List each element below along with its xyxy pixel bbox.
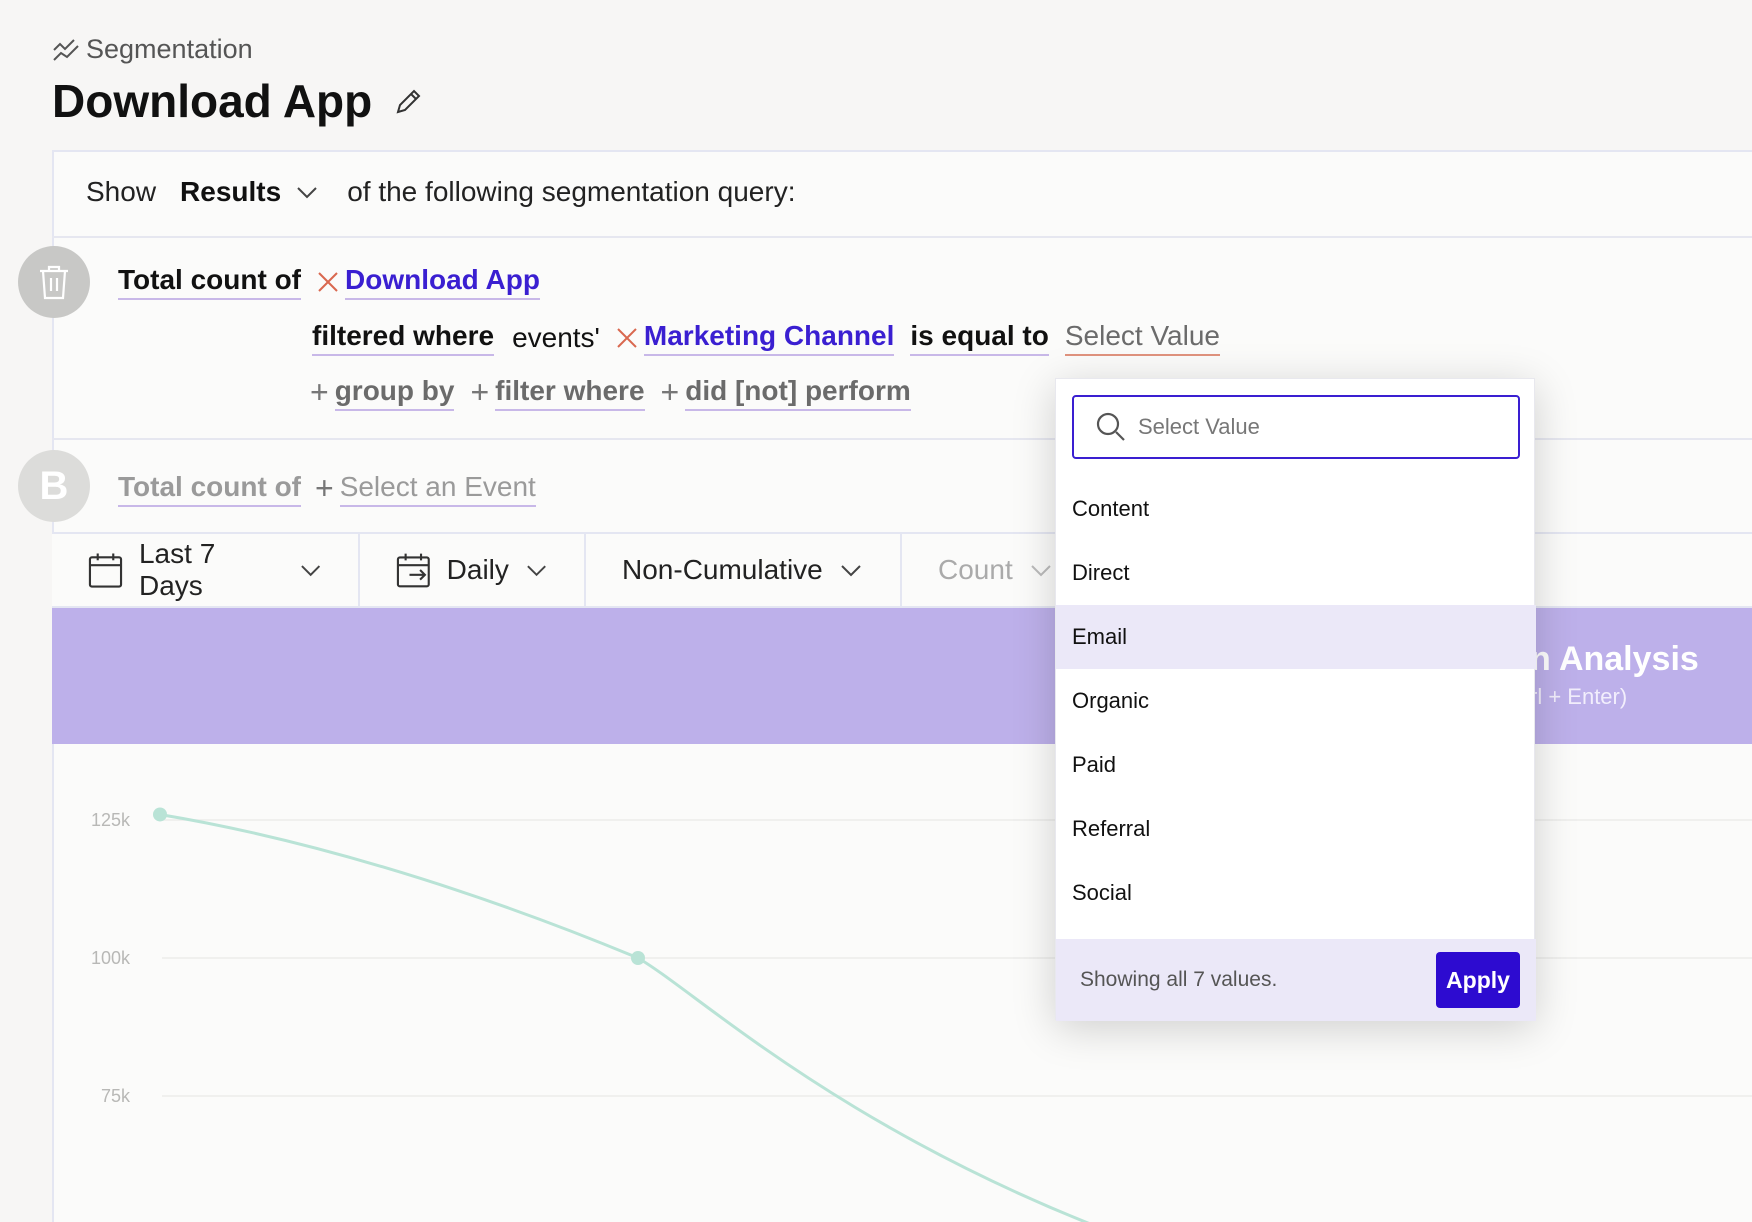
option-content[interactable]: Content: [1056, 477, 1536, 541]
dropdown-footer: Showing all 7 values. Apply: [1056, 939, 1536, 1021]
chevron-down-icon: [1031, 565, 1051, 577]
show-row: Show Results of the following segmentati…: [86, 176, 795, 208]
chevron-down-icon: [527, 565, 546, 577]
option-direct[interactable]: Direct: [1056, 541, 1536, 605]
show-suffix: of the following segmentation query:: [347, 176, 796, 207]
plus-icon: +: [470, 374, 490, 410]
remove-event-icon[interactable]: [317, 271, 339, 293]
plus-icon: +: [315, 470, 334, 506]
did-not-perform-button[interactable]: did [not] perform: [685, 375, 911, 411]
property-link[interactable]: Marketing Channel: [643, 320, 895, 356]
option-paid[interactable]: Paid: [1056, 733, 1536, 797]
results-select[interactable]: Results: [180, 176, 281, 208]
option-organic[interactable]: Organic: [1056, 669, 1536, 733]
calendar-icon: [88, 553, 123, 588]
page-title-text: Download App: [52, 75, 373, 127]
calendar-arrow-icon: [396, 553, 430, 588]
interval-label: Daily: [446, 554, 509, 585]
query-a-line-1: Total count of Download App: [118, 264, 540, 300]
chart-data-point[interactable]: [153, 807, 167, 822]
chart-y-tick-label: 75k: [101, 1086, 131, 1106]
chart-y-tick-label: 100k: [91, 948, 131, 968]
query-a-line-3: + group by + filter where + did [not] pe…: [310, 374, 911, 411]
show-label: Show: [86, 176, 157, 207]
date-range-select[interactable]: Last 7 Days: [52, 534, 360, 606]
filter-where-button[interactable]: filter where: [495, 375, 645, 411]
search-box[interactable]: [1072, 395, 1520, 459]
option-email[interactable]: Email: [1056, 605, 1536, 669]
query-b-line: Total count of + Select an Event: [118, 470, 536, 507]
measure-select[interactable]: Total count of: [118, 264, 301, 300]
select-event-button[interactable]: Select an Event: [339, 471, 536, 507]
date-range-label: Last 7 Days: [138, 538, 216, 601]
cumulative-select[interactable]: Non-Cumulative: [586, 534, 902, 606]
event-link[interactable]: Download App: [345, 264, 540, 300]
delete-query-button[interactable]: [18, 246, 90, 318]
pencil-icon[interactable]: [394, 86, 424, 116]
value-count-text: Showing all 7 values.: [1080, 968, 1278, 991]
chevron-down-icon: [841, 565, 861, 577]
chart-y-axis: 125k 100k 75k: [91, 810, 131, 1106]
chart-series-line: [159, 813, 1090, 1222]
filter-type-select[interactable]: filtered where: [312, 320, 495, 356]
run-analysis-shortcut: rl + Enter): [1530, 684, 1628, 709]
breadcrumb-label: Segmentation: [86, 34, 253, 64]
chevron-down-icon[interactable]: [295, 180, 319, 204]
value-dropdown: Content Direct Email Organic Paid Referr…: [1055, 378, 1536, 1021]
option-referral[interactable]: Referral: [1056, 797, 1536, 861]
breadcrumb[interactable]: Segmentation: [52, 34, 253, 65]
chevron-down-icon: [300, 565, 320, 577]
trash-icon: [40, 265, 68, 300]
chart-y-tick-label: 125k: [91, 810, 131, 830]
divider: [52, 236, 1752, 238]
plus-icon: +: [660, 374, 680, 410]
option-social[interactable]: Social: [1056, 861, 1536, 925]
chart-data-point[interactable]: [631, 951, 645, 965]
plus-icon: +: [310, 374, 329, 410]
operator-select[interactable]: is equal to: [910, 320, 1049, 356]
chart-points: [153, 807, 645, 965]
search-input[interactable]: [1138, 414, 1498, 440]
query-b-letter: B: [18, 450, 90, 522]
run-analysis-title: n Analysis: [1530, 640, 1699, 678]
search-icon: [1096, 412, 1125, 441]
group-by-button[interactable]: group by: [334, 375, 455, 411]
filter-scope: events': [512, 322, 600, 353]
query-a-line-2: filtered where events' Marketing Channel…: [312, 320, 1220, 356]
metric-label: Count: [938, 554, 1013, 585]
measure-select-b[interactable]: Total count of: [118, 471, 301, 507]
cumulative-label: Non-Cumulative: [622, 554, 823, 585]
apply-button[interactable]: Apply: [1436, 952, 1520, 1008]
remove-filter-icon[interactable]: [616, 327, 638, 349]
trend-lines-icon: [53, 38, 79, 61]
page-title: Download App: [52, 74, 424, 128]
interval-select[interactable]: Daily: [360, 534, 586, 606]
value-select[interactable]: Select Value: [1064, 320, 1220, 356]
